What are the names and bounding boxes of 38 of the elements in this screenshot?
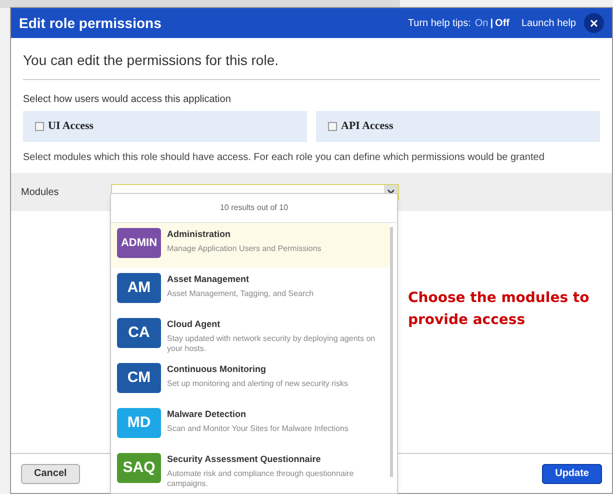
module-description: Scan and Monitor Your Sites for Malware Infections <box>167 424 348 434</box>
module-name: Cloud Agent <box>167 318 222 331</box>
module-badge: MD <box>117 408 161 438</box>
module-description: Manage Application Users and Permissions <box>167 244 322 254</box>
launch-help-link[interactable]: Launch help <box>522 16 576 30</box>
module-name: Asset Management <box>167 273 250 286</box>
checkbox[interactable] <box>328 122 337 131</box>
access-prompt: Select how users would access this application <box>23 93 232 107</box>
module-description: Asset Management, Tagging, and Search <box>167 288 314 298</box>
module-name: Malware Detection <box>167 408 248 421</box>
access-option[interactable]: API Access <box>316 111 600 142</box>
help-tips-label: Turn help tips: <box>408 16 471 30</box>
module-badge: CM <box>117 363 161 393</box>
annotation-text: Choose the modules to provide access <box>408 289 590 330</box>
module-description: Stay updated with network security by deploying agents on your hosts. <box>167 334 376 354</box>
dialog-title: Edit role permissions <box>19 14 162 33</box>
access-option[interactable]: UI Access <box>23 111 307 142</box>
close-button[interactable]: × <box>584 13 604 33</box>
module-name: Continuous Monitoring <box>167 363 267 376</box>
separator: | <box>490 16 494 30</box>
cancel-button[interactable]: Cancel <box>21 464 80 484</box>
checkbox[interactable] <box>35 122 44 131</box>
modules-label: Modules <box>21 186 60 200</box>
help-tips-option[interactable]: On <box>474 16 488 30</box>
module-badge: SAQ <box>117 453 161 483</box>
update-button[interactable]: Update <box>542 464 602 484</box>
intro-text: You can edit the permissions for this role. <box>23 50 600 80</box>
module-name: Administration <box>167 228 232 241</box>
module-badge: CA <box>117 318 161 348</box>
module-badge: AM <box>117 273 161 303</box>
module-badge: ADMIN <box>117 228 161 258</box>
module-option[interactable]: ADMIN Administration Manage Application Users and Permissions <box>111 223 390 268</box>
modules-prompt: Select modules which this role should have access. For each role you can define which permissions would be granted <box>23 151 546 165</box>
module-option[interactable]: SAQ Security Assessment Questionnaire Automate risk and compliance through questionnaire campaigns. <box>111 448 390 493</box>
help-tips-option[interactable]: Off <box>495 16 510 30</box>
module-description: Automate risk and compliance through questionnaire campaigns. <box>167 468 355 488</box>
module-name: Security Assessment Questionnaire <box>167 453 322 466</box>
module-description: Set up monitoring and alerting of new security risks <box>167 378 348 388</box>
